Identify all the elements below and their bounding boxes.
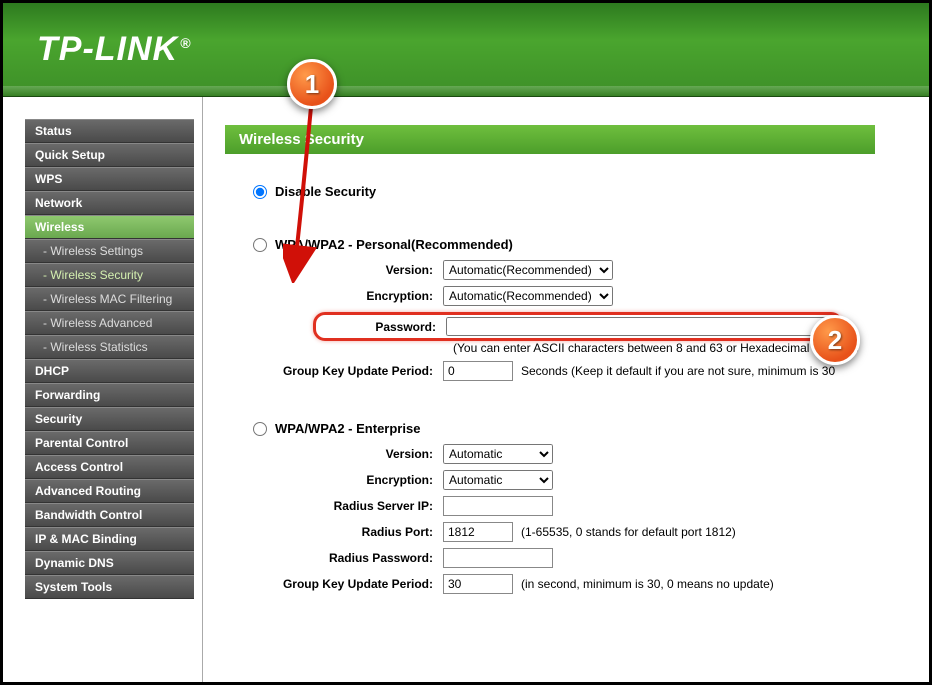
wpa-personal-radio[interactable] xyxy=(253,238,267,252)
nav-wireless-advanced[interactable]: - Wireless Advanced xyxy=(25,311,194,335)
annotation-badge-2: 2 xyxy=(810,315,860,365)
personal-encryption-label: Encryption: xyxy=(253,289,443,303)
disable-security-row: Disable Security xyxy=(253,184,929,199)
nav-dynamic-dns[interactable]: Dynamic DNS xyxy=(25,551,194,575)
nav-quick-setup[interactable]: Quick Setup xyxy=(25,143,194,167)
personal-gkup-input[interactable] xyxy=(443,361,513,381)
personal-encryption-select[interactable]: Automatic(Recommended) xyxy=(443,286,613,306)
nav-ip-mac-binding[interactable]: IP & MAC Binding xyxy=(25,527,194,551)
nav-list: Status Quick Setup WPS Network Wireless … xyxy=(25,119,194,599)
nav-wireless[interactable]: Wireless xyxy=(25,215,194,239)
wpa-enterprise-radio[interactable] xyxy=(253,422,267,436)
radius-pw-row: Radius Password: xyxy=(253,548,929,568)
enterprise-gkup-hint: (in second, minimum is 30, 0 means no up… xyxy=(521,577,774,591)
body: Status Quick Setup WPS Network Wireless … xyxy=(3,97,929,682)
personal-encryption-row: Encryption: Automatic(Recommended) xyxy=(253,286,929,306)
radius-pw-label: Radius Password: xyxy=(253,551,443,565)
brand-logo: TP-LINK® xyxy=(37,30,191,69)
nav-wps[interactable]: WPS xyxy=(25,167,194,191)
app-frame: TP-LINK® Status Quick Setup WPS Network … xyxy=(0,0,932,685)
nav-advanced-routing[interactable]: Advanced Routing xyxy=(25,479,194,503)
enterprise-encryption-select[interactable]: Automatic xyxy=(443,470,553,490)
personal-version-label: Version: xyxy=(253,263,443,277)
nav-system-tools[interactable]: System Tools xyxy=(25,575,194,599)
radius-ip-label: Radius Server IP: xyxy=(253,499,443,513)
enterprise-gkup-input[interactable] xyxy=(443,574,513,594)
nav-access-control[interactable]: Access Control xyxy=(25,455,194,479)
nav-wireless-settings[interactable]: - Wireless Settings xyxy=(25,239,194,263)
radius-pw-input[interactable] xyxy=(443,548,553,568)
header: TP-LINK® xyxy=(3,3,929,97)
enterprise-encryption-row: Encryption: Automatic xyxy=(253,470,929,490)
registered-icon: ® xyxy=(180,35,191,51)
personal-version-select[interactable]: Automatic(Recommended) xyxy=(443,260,613,280)
nav-network[interactable]: Network xyxy=(25,191,194,215)
personal-gkup-label: Group Key Update Period: xyxy=(253,364,443,378)
nav-status[interactable]: Status xyxy=(25,119,194,143)
annotation-badge-1: 1 xyxy=(287,59,337,109)
nav-wireless-security[interactable]: - Wireless Security xyxy=(25,263,194,287)
personal-password-input[interactable] xyxy=(446,317,836,336)
radius-ip-row: Radius Server IP: xyxy=(253,496,929,516)
password-highlight-box: Password: xyxy=(313,312,843,341)
wpa-enterprise-label: WPA/WPA2 - Enterprise xyxy=(275,421,420,436)
annotation-arrow-1 xyxy=(283,103,333,283)
enterprise-gkup-row: Group Key Update Period: (in second, min… xyxy=(253,574,929,594)
sidebar: Status Quick Setup WPS Network Wireless … xyxy=(3,97,203,682)
wpa-enterprise-row: WPA/WPA2 - Enterprise xyxy=(253,421,929,436)
radius-port-row: Radius Port: (1-65535, 0 stands for defa… xyxy=(253,522,929,542)
personal-password-label: Password: xyxy=(316,320,446,334)
radius-port-hint: (1-65535, 0 stands for default port 1812… xyxy=(521,525,736,539)
nav-parental-control[interactable]: Parental Control xyxy=(25,431,194,455)
radius-ip-input[interactable] xyxy=(443,496,553,516)
disable-security-radio[interactable] xyxy=(253,185,267,199)
radius-port-input[interactable] xyxy=(443,522,513,542)
nav-dhcp[interactable]: DHCP xyxy=(25,359,194,383)
enterprise-encryption-label: Encryption: xyxy=(253,473,443,487)
personal-gkup-hint: Seconds (Keep it default if you are not … xyxy=(521,364,835,378)
personal-version-row: Version: Automatic(Recommended) xyxy=(253,260,929,280)
enterprise-version-select[interactable]: Automatic xyxy=(443,444,553,464)
enterprise-version-label: Version: xyxy=(253,447,443,461)
nav-wireless-mac-filtering[interactable]: - Wireless MAC Filtering xyxy=(25,287,194,311)
brand-text: TP-LINK xyxy=(37,30,178,69)
nav-bandwidth-control[interactable]: Bandwidth Control xyxy=(25,503,194,527)
nav-security[interactable]: Security xyxy=(25,407,194,431)
radius-port-label: Radius Port: xyxy=(253,525,443,539)
nav-forwarding[interactable]: Forwarding xyxy=(25,383,194,407)
enterprise-version-row: Version: Automatic xyxy=(253,444,929,464)
nav-wireless-statistics[interactable]: - Wireless Statistics xyxy=(25,335,194,359)
wpa-personal-row: WPA/WPA2 - Personal(Recommended) xyxy=(253,237,929,252)
enterprise-gkup-label: Group Key Update Period: xyxy=(253,577,443,591)
